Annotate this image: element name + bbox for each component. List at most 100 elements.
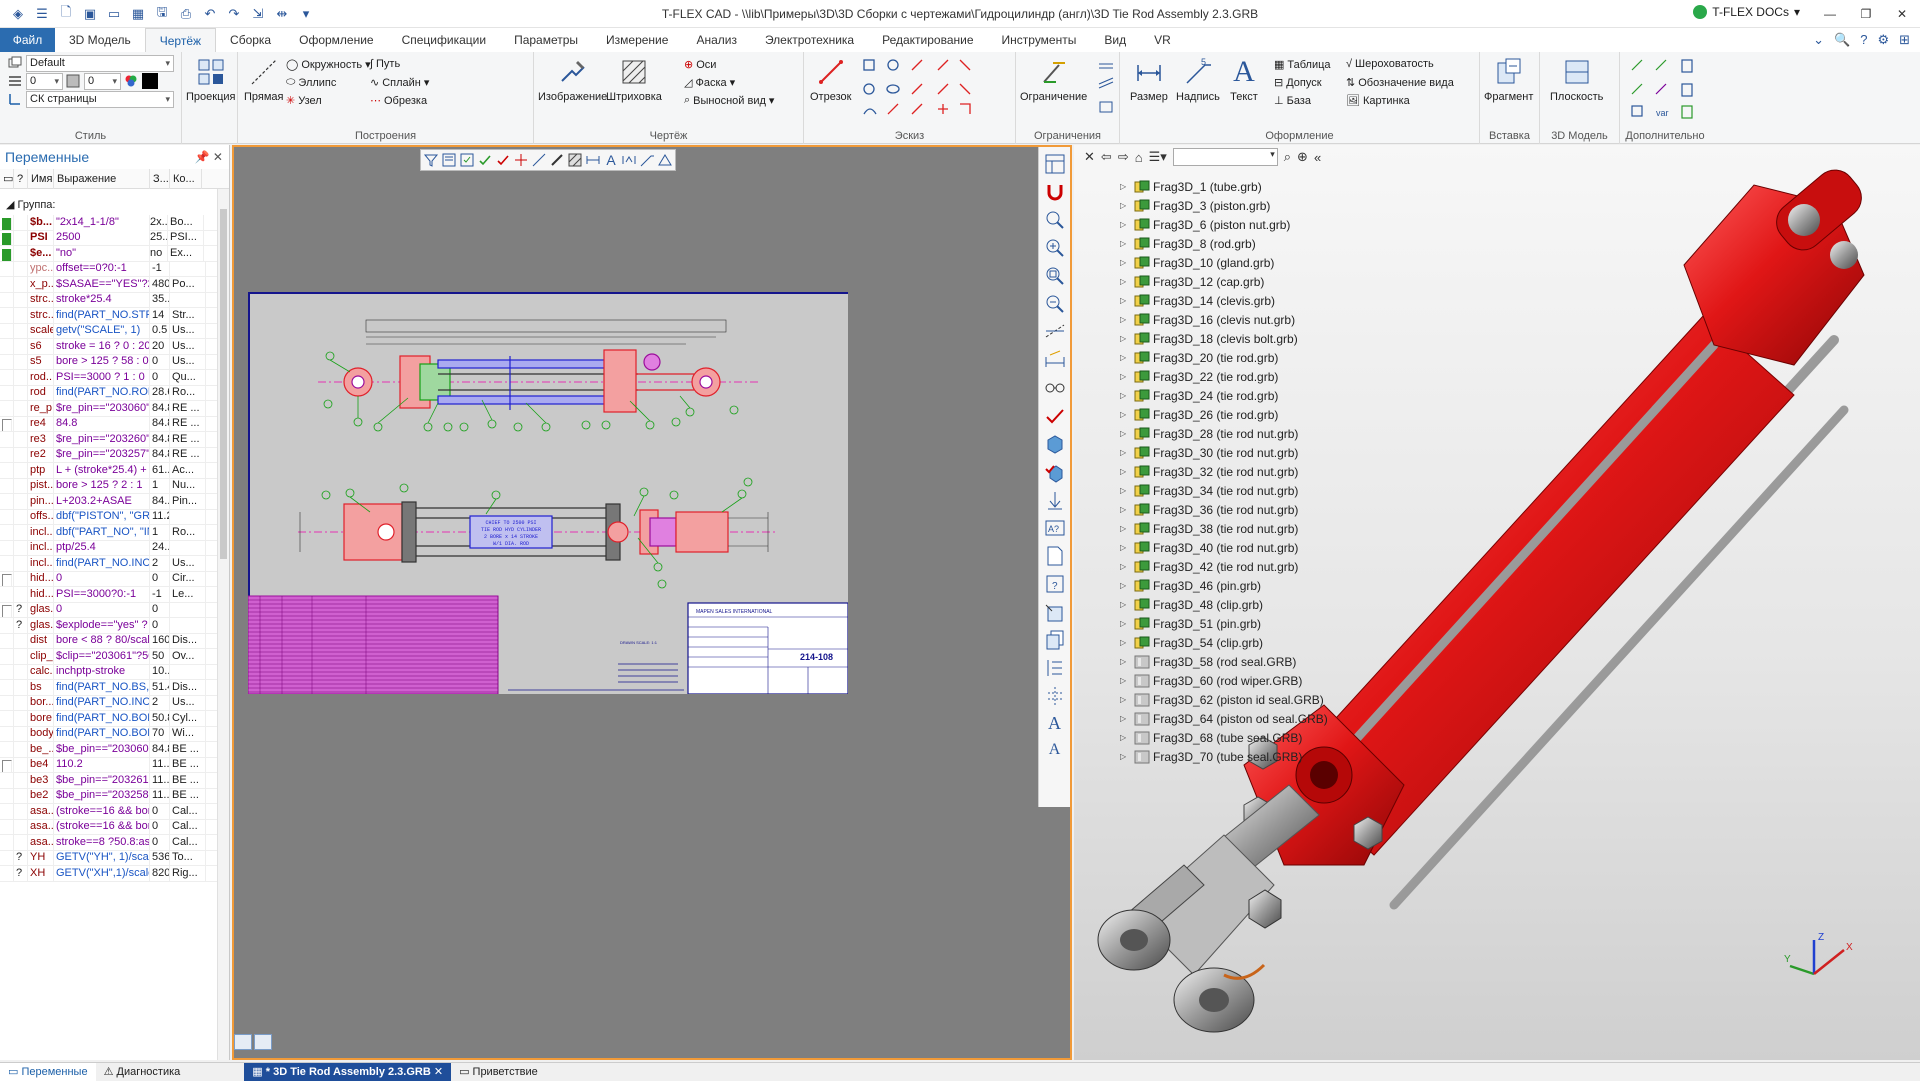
tree-item[interactable]: ▷ Frag3D_30 (tie rod nut.grb)	[1120, 443, 1328, 462]
open-icon[interactable]: ▣	[80, 4, 100, 24]
snap-rough-icon[interactable]	[621, 152, 637, 168]
constraint-button[interactable]: Ограничение	[1020, 56, 1087, 103]
filter-list-icon[interactable]	[459, 152, 475, 168]
close-icon[interactable]: ✕	[431, 1066, 443, 1078]
row-expression[interactable]: dbf("PISTON", "GRV...	[54, 509, 150, 525]
tree-item[interactable]: ▷ Frag3D_6 (piston nut.grb)	[1120, 215, 1328, 234]
row-name[interactable]: x_p...	[28, 276, 54, 292]
zoom-in-icon[interactable]	[1044, 237, 1066, 259]
expand-icon[interactable]: ▷	[1120, 201, 1130, 210]
zoom-out-icon[interactable]	[1044, 293, 1066, 315]
variable-row[interactable]: s5 bore > 125 ? 58 : 0 0 Us...	[0, 354, 229, 370]
ellipse-button[interactable]: ⬭ Эллипс	[286, 76, 336, 89]
coordinate-system-select[interactable]: СК страницы	[26, 91, 174, 108]
tree-item[interactable]: ▷ Frag3D_38 (tie rod nut.grb)	[1120, 519, 1328, 538]
pin-icon[interactable]: 📌 ✕	[195, 145, 223, 169]
check-red-icon[interactable]	[1044, 405, 1066, 427]
filter-settings-icon[interactable]	[441, 152, 457, 168]
tolerance-button[interactable]: ⊟ Допуск	[1274, 76, 1322, 90]
row-expression[interactable]: $clip=="203061"?50...	[54, 648, 150, 664]
window-icon[interactable]: ▭	[104, 4, 124, 24]
row-name[interactable]: be2	[28, 788, 54, 804]
spline-button[interactable]: ∿ Сплайн ▾	[370, 76, 429, 90]
text-ab-icon[interactable]: A?	[1044, 517, 1066, 539]
color-swatch[interactable]	[142, 73, 158, 89]
snap-dim-icon[interactable]	[585, 152, 601, 168]
variable-row[interactable]: incl...dbf("PART_NO", "IN...1Ro...	[0, 524, 229, 541]
expand-icon[interactable]: ▷	[1120, 657, 1130, 666]
expand-icon[interactable]: ▷	[1120, 277, 1130, 286]
variable-row[interactable]: ? XH GETV("XH",1)/scale 820 Rig...	[0, 865, 229, 882]
row-name[interactable]: be_...	[28, 741, 54, 757]
tree-item[interactable]: ▷ Frag3D_18 (clevis bolt.grb)	[1120, 329, 1328, 348]
tree-item[interactable]: ▷ Frag3D_40 (tie rod nut.grb)	[1120, 538, 1328, 557]
row-name[interactable]: be3	[28, 772, 54, 788]
tree-item[interactable]: ▷ Frag3D_10 (gland.grb)	[1120, 253, 1328, 272]
variable-row[interactable]: re_p...$re_pin=="203060"?...84.8RE ...	[0, 400, 229, 417]
variable-row[interactable]: rod... PSI==3000 ? 1 : 0 0 Qu...	[0, 369, 229, 386]
row-expression[interactable]: bore > 125 ? 2 : 1	[54, 478, 150, 494]
row-expression[interactable]: stroke==8 ?50.8:asa...	[54, 834, 150, 850]
close-icon[interactable]: ✕	[1084, 149, 1095, 165]
row-name[interactable]: rod	[28, 385, 54, 401]
circle-button[interactable]: ◯ Окружность ▾	[286, 58, 371, 72]
variable-row[interactable]: clip_l$clip=="203061"?50...50Ov...	[0, 648, 229, 665]
spacing-icon[interactable]	[1044, 657, 1066, 679]
row-name[interactable]: asa...	[28, 819, 54, 835]
row-expression[interactable]: find(PART_NO.INCH...	[54, 695, 150, 711]
row-expression[interactable]: find(PART_NO.ROD...	[54, 385, 150, 401]
cube-icon[interactable]	[1044, 433, 1066, 455]
row-expression[interactable]: L+203.2+ASAE	[54, 493, 150, 509]
row-name[interactable]: dist	[28, 633, 54, 649]
deselect-icon[interactable]	[495, 152, 511, 168]
row-expression[interactable]: L + (stroke*25.4) + A...	[54, 462, 150, 478]
snap-base-icon[interactable]	[657, 152, 673, 168]
expand-icon[interactable]: ▷	[1120, 524, 1130, 533]
expand-icon[interactable]: ▷	[1120, 429, 1130, 438]
list-options-icon[interactable]: ☰▾	[1149, 149, 1167, 165]
expand-icon[interactable]: ▷	[1120, 296, 1130, 305]
doc-edit-icon[interactable]	[1044, 601, 1066, 623]
variable-row[interactable]: incl...find(PART_NO.INCH...2Us...	[0, 555, 229, 572]
row-name[interactable]: $b...	[28, 214, 54, 230]
new-file-icon[interactable]: 🗋	[56, 4, 76, 24]
column-value[interactable]: З...	[150, 168, 170, 189]
row-name[interactable]: re2	[28, 447, 54, 463]
row-expression[interactable]: PSI==3000 ? 1 : 0	[54, 369, 150, 385]
filter-icon[interactable]	[423, 152, 439, 168]
row-name[interactable]: $e...	[28, 245, 54, 261]
target-icon[interactable]: ⊕	[1297, 149, 1308, 165]
row-expression[interactable]: 0	[54, 571, 150, 587]
row-name[interactable]: offs...	[28, 509, 54, 525]
expand-icon[interactable]: ▷	[1120, 581, 1130, 590]
plane-button[interactable]: Плоскость	[1550, 56, 1603, 103]
layer-select[interactable]: Default	[26, 55, 174, 72]
tab-electrical[interactable]: Электротехника	[751, 28, 868, 52]
row-expression[interactable]: $explode=="yes" ? -...	[54, 617, 150, 633]
variable-row[interactable]: ? YH GETV("YH", 1)/scale 536 To...	[0, 850, 229, 866]
page-icon[interactable]	[1044, 545, 1066, 567]
row-name[interactable]: strc...	[28, 307, 54, 323]
row-expression[interactable]: getv("SCALE", 1)	[54, 323, 150, 339]
variable-row[interactable]: distbore < 88 ? 80/scale...160Dis...	[0, 633, 229, 649]
magnet-icon[interactable]	[1044, 181, 1066, 203]
line-button[interactable]: Прямая	[244, 56, 284, 103]
variable-row[interactable]: pin...L+203.2+ASAE84...Pin...	[0, 493, 229, 510]
tree-item[interactable]: ▷ Frag3D_1 (tube.grb)	[1120, 177, 1328, 196]
row-name[interactable]: XH	[28, 865, 54, 881]
dimension-button[interactable]: Размер	[1130, 56, 1168, 103]
variable-row[interactable]: PSI2500▾25...PSI...	[0, 230, 229, 246]
row-name[interactable]: pist...	[28, 478, 54, 494]
tab-3d-model[interactable]: 3D Модель	[55, 28, 145, 52]
snap-edit-icon[interactable]	[549, 152, 565, 168]
row-name[interactable]: strc...	[28, 292, 54, 308]
expand-icon[interactable]: ▷	[1120, 619, 1130, 628]
path-button[interactable]: ∫ Путь	[370, 58, 400, 70]
tree-item[interactable]: ▷ Frag3D_32 (tie rod nut.grb)	[1120, 462, 1328, 481]
tree-item[interactable]: ▷ Frag3D_58 (rod seal.GRB)	[1120, 652, 1328, 671]
row-expression[interactable]: "no"	[54, 245, 150, 261]
tree-item[interactable]: ▷ Frag3D_20 (tie rod.grb)	[1120, 348, 1328, 367]
tree-item[interactable]: ▷ Frag3D_26 (tie rod.grb)	[1120, 405, 1328, 424]
tab-diagnostics[interactable]: ⚠ Диагностика	[96, 1063, 189, 1081]
row-expression[interactable]: (stroke==16 && bore...	[54, 819, 150, 835]
